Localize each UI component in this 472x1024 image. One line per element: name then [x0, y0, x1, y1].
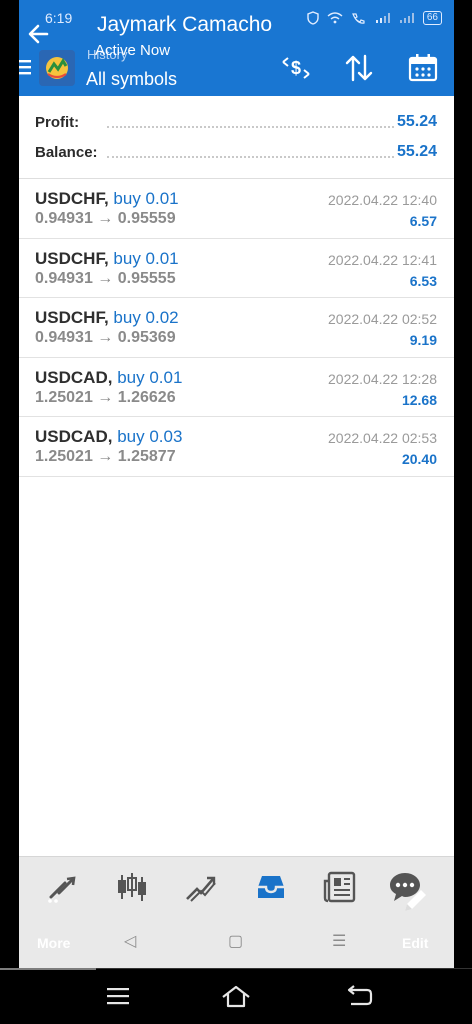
- open-price: 0.94931: [35, 210, 93, 227]
- deal-type: buy 0.01: [113, 248, 179, 268]
- back-icon[interactable]: [343, 982, 375, 1010]
- symbol-name: USDCAD,: [35, 367, 113, 387]
- wifi-icon: [327, 12, 343, 24]
- deal-prices: 0.94931 → 0.95369: [35, 329, 176, 347]
- deal-row[interactable]: USDCHF, buy 0.02 0.94931 → 0.95369 2022.…: [19, 298, 454, 358]
- deal-type: buy 0.03: [117, 427, 183, 447]
- profit-value: 55.24: [396, 113, 437, 130]
- status-icons: 66: [307, 11, 442, 25]
- back-arrow-icon[interactable]: [25, 20, 53, 48]
- app-screen: 6:19 66 Jaymark Camacho History Active N…: [19, 0, 454, 968]
- deals-list: USDCHF, buy 0.01 0.94931 → 0.95559 2022.…: [19, 179, 454, 477]
- deal-symbol: USDCHF, buy 0.01: [35, 249, 179, 269]
- edit-pen-icon[interactable]: [401, 885, 431, 915]
- home-square-icon: ▢: [228, 933, 244, 950]
- price-arrow: →: [97, 269, 114, 287]
- chat-active-status: Active Now: [95, 42, 171, 59]
- deal-symbol: USDCAD, buy 0.01: [35, 368, 182, 388]
- close-price: 0.95369: [117, 329, 176, 347]
- close-price: 1.26626: [117, 388, 176, 406]
- deal-time: 2022.04.22 02:52: [328, 311, 437, 328]
- deal-prices: 0.94931 → 0.95555: [35, 270, 176, 288]
- symbol-name: USDCHF,: [35, 248, 109, 268]
- history-icon[interactable]: [253, 869, 289, 905]
- deal-symbol: USDCAD, buy 0.03: [35, 427, 182, 447]
- svg-text:$: $: [291, 58, 301, 78]
- open-price: 1.25021: [35, 388, 93, 406]
- deal-profit: 20.40: [401, 451, 437, 468]
- deal-type: buy 0.01: [113, 189, 179, 208]
- price-arrow: →: [97, 448, 114, 466]
- deal-profit: 12.68: [401, 391, 437, 408]
- deal-profit: 9.19: [409, 332, 437, 349]
- recents-lines-icon: ☰: [332, 933, 347, 950]
- back-triangle-icon: ◁: [124, 933, 137, 950]
- call-icon: [351, 13, 365, 24]
- currency-exchange-icon[interactable]: $: [280, 52, 312, 84]
- open-price: 0.94931: [35, 329, 93, 347]
- deal-time: 2022.04.22 12:28: [328, 370, 437, 387]
- close-price: 1.25877: [117, 448, 176, 466]
- deal-time: 2022.04.22 02:53: [328, 430, 437, 447]
- signal-icon-2: [399, 13, 414, 23]
- deal-type: buy 0.02: [113, 308, 179, 328]
- more-button[interactable]: More: [37, 935, 70, 951]
- nav-divider: [0, 968, 96, 970]
- app-header: 6:19 66 Jaymark Camacho History Active N…: [19, 0, 454, 96]
- close-price: 0.95559: [117, 210, 176, 227]
- balance-value: 55.24: [396, 143, 437, 160]
- dotted-leader: [107, 126, 394, 128]
- open-price: 1.25021: [35, 448, 93, 466]
- home-icon[interactable]: [220, 982, 252, 1010]
- symbol-name: USDCAD,: [35, 427, 113, 447]
- page-title[interactable]: All symbols: [86, 69, 177, 90]
- symbol-name: USDCHF,: [35, 189, 109, 208]
- dotted-leader: [107, 156, 394, 158]
- deal-row[interactable]: USDCAD, buy 0.03 1.25021 → 1.25877 2022.…: [19, 417, 454, 477]
- balance-label: Balance:: [35, 144, 98, 161]
- logo-icon: [39, 50, 75, 86]
- profit-row: Profit: 55.24: [19, 108, 454, 138]
- account-summary: Profit: 55.24 Balance: 55.24: [19, 108, 454, 168]
- deal-time: 2022.04.22 12:40: [328, 192, 437, 208]
- deal-profit: 6.53: [409, 272, 437, 289]
- price-arrow: →: [97, 210, 114, 227]
- profit-label: Profit:: [35, 114, 80, 131]
- deal-symbol: USDCHF, buy 0.01: [35, 189, 179, 209]
- trade-icon[interactable]: [183, 869, 219, 905]
- menu-icon[interactable]: [19, 58, 33, 76]
- sort-icon[interactable]: [343, 52, 375, 84]
- open-price: 0.94931: [35, 269, 93, 287]
- balance-row: Balance: 55.24: [19, 138, 454, 168]
- deal-row[interactable]: USDCHF, buy 0.01 0.94931 → 0.95555 2022.…: [19, 239, 454, 299]
- quotes-icon[interactable]: [45, 869, 81, 905]
- calendar-icon[interactable]: [407, 52, 439, 84]
- battery-indicator: 66: [422, 11, 442, 25]
- recents-icon[interactable]: [103, 982, 135, 1010]
- edit-button[interactable]: Edit: [402, 935, 428, 951]
- deal-row[interactable]: USDCHF, buy 0.01 0.94931 → 0.95559 2022.…: [19, 179, 454, 239]
- deal-prices: 1.25021 → 1.26626: [35, 389, 176, 407]
- deal-type: buy 0.01: [117, 367, 183, 387]
- metatrader-logo: [39, 50, 75, 86]
- close-price: 0.95555: [117, 269, 176, 287]
- news-icon[interactable]: [322, 869, 358, 905]
- deal-time: 2022.04.22 12:41: [328, 251, 437, 268]
- deal-prices: 1.25021 → 1.25877: [35, 448, 176, 466]
- deal-prices: 0.94931 → 0.95559: [35, 210, 176, 228]
- chat-contact-name: Jaymark Camacho: [97, 13, 273, 36]
- symbol-name: USDCHF,: [35, 308, 109, 328]
- price-arrow: →: [97, 329, 114, 347]
- shield-icon: [307, 11, 319, 25]
- bottom-toolbar: More ◁ ▢ ☰ Edit: [19, 856, 454, 968]
- price-arrow: →: [97, 388, 114, 406]
- deal-profit: 6.57: [409, 213, 437, 229]
- deal-symbol: USDCHF, buy 0.02: [35, 308, 179, 328]
- deal-row[interactable]: USDCAD, buy 0.01 1.25021 → 1.26626 2022.…: [19, 358, 454, 418]
- signal-icon: [375, 13, 390, 23]
- chart-icon[interactable]: [114, 869, 150, 905]
- nav-divider-2: [96, 968, 472, 969]
